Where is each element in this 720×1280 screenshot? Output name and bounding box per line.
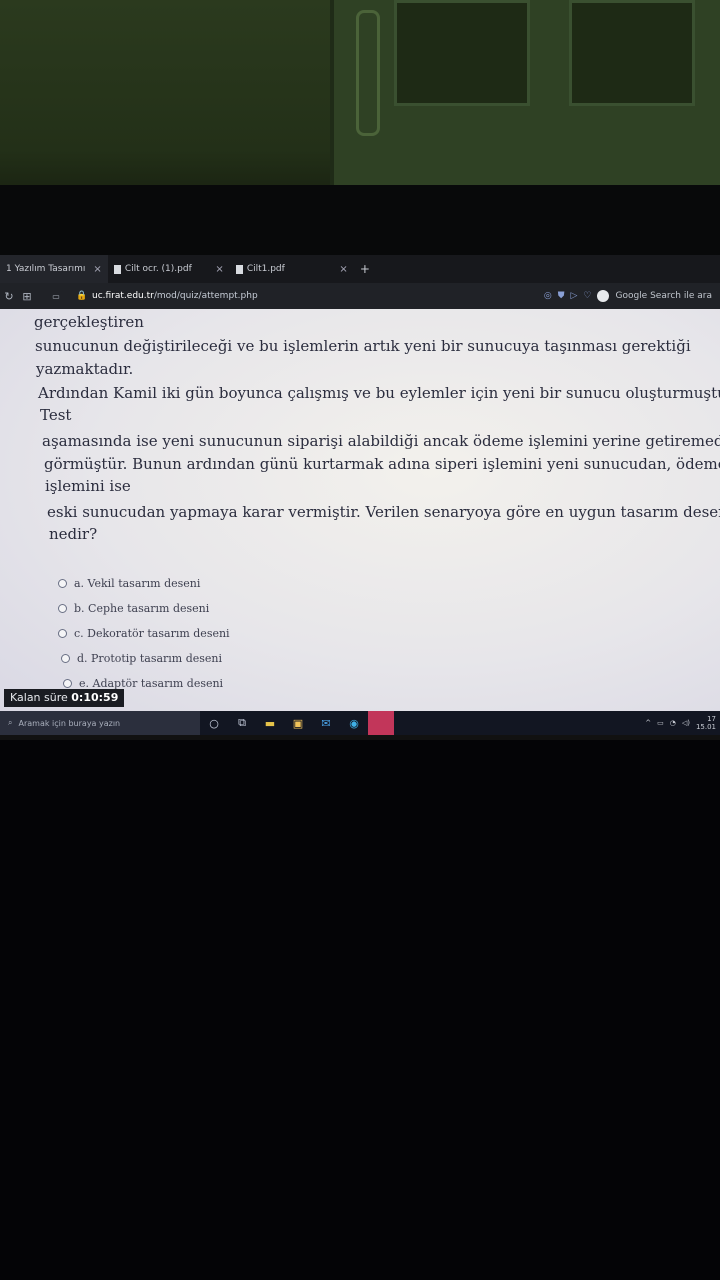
taskbar-clock[interactable]: 17 15.01	[696, 715, 716, 731]
file-explorer-icon[interactable]: ▬	[256, 711, 284, 735]
taskbar-search[interactable]: ⌕ Aramak için buraya yazın	[0, 711, 200, 735]
vpn-icon[interactable]: ▭	[36, 292, 76, 301]
camera-icon[interactable]: ◎	[544, 291, 552, 301]
door-handle	[356, 10, 380, 136]
url-host: uc.firat.edu.tr	[92, 291, 154, 301]
close-icon[interactable]: ×	[339, 264, 347, 275]
clock-time: 17	[707, 715, 716, 723]
tab-pdf-2[interactable]: Cilt1.pdf ×	[230, 255, 354, 283]
lock-icon: 🔒	[76, 291, 88, 301]
url-path: /mod/quiz/attempt.php	[153, 291, 258, 301]
file-icon	[235, 264, 243, 274]
clock-date: 15.01	[695, 723, 716, 731]
close-icon[interactable]: ×	[215, 264, 223, 275]
send-icon[interactable]: ▷	[570, 291, 577, 301]
answer-option-a[interactable]: a. Vekil tasarım deseni	[58, 571, 230, 596]
door-window-left	[394, 0, 530, 106]
laptop-screen: 1 Yazılım Tasarımı × Cilt ocr. (1).pdf ×…	[0, 255, 720, 740]
address-bar: ↻ ⊞ ▭ 🔒 uc.firat.edu.tr/mod/quiz/attempt…	[0, 283, 720, 309]
reload-icon[interactable]: ↻	[0, 290, 18, 303]
file-icon	[113, 264, 121, 274]
heart-icon[interactable]: ♡	[583, 291, 591, 301]
question-line: Ardından Kamil iki gün boyunca çalışmış …	[38, 384, 720, 402]
radio-button[interactable]	[58, 604, 67, 613]
volume-icon[interactable]: ◁)	[682, 719, 690, 727]
answer-options: a. Vekil tasarım deseni b. Cephe tasarım…	[58, 571, 230, 696]
edge-icon[interactable]: ◉	[340, 711, 368, 735]
question-line: gerçekleştiren	[34, 313, 144, 331]
wifi-icon[interactable]: ◔	[670, 719, 676, 727]
radio-button[interactable]	[58, 629, 67, 638]
quiz-page: gerçekleştiren sunucunun değiştirileceği…	[0, 309, 720, 715]
tab-pdf-1[interactable]: Cilt ocr. (1).pdf ×	[108, 255, 230, 283]
shield-icon[interactable]: ⛊	[558, 291, 565, 301]
browser-tab-bar: 1 Yazılım Tasarımı × Cilt ocr. (1).pdf ×…	[0, 255, 720, 283]
question-line: işlemini ise	[45, 477, 131, 495]
timer-label: Kalan süre	[10, 691, 68, 704]
url-field[interactable]: uc.firat.edu.tr/mod/quiz/attempt.php	[92, 291, 258, 301]
extension-icons: ◎ ⛊ ▷ ♡ Google Search ile ara	[544, 290, 720, 302]
tab-label: Cilt1.pdf	[246, 264, 285, 274]
radio-button[interactable]	[63, 679, 72, 688]
cortana-icon[interactable]: ○	[200, 711, 228, 735]
radio-button[interactable]	[58, 579, 67, 588]
search-hint[interactable]: Google Search ile ara	[615, 291, 712, 301]
answer-label: d. Prototip tasarım deseni	[77, 652, 223, 665]
tab-label: 1 Yazılım Tasarımı	[6, 264, 86, 274]
task-view-icon[interactable]: ⧉	[228, 711, 256, 735]
radio-button[interactable]	[61, 654, 70, 663]
question-line: görmüştür. Bunun ardından günü kurtarmak…	[44, 455, 720, 473]
battery-icon[interactable]: ▭	[657, 719, 664, 727]
answer-label: c. Dekoratör tasarım deseni	[74, 627, 230, 640]
tab-quiz[interactable]: 1 Yazılım Tasarımı ×	[0, 255, 108, 283]
question-line: sunucunun değiştirileceği ve bu işlemler…	[35, 337, 691, 355]
question-line: nedir?	[49, 525, 98, 543]
answer-option-c[interactable]: c. Dekoratör tasarım deseni	[58, 621, 230, 646]
answer-label: b. Cephe tasarım deseni	[74, 602, 210, 615]
answer-label: a. Vekil tasarım deseni	[74, 577, 201, 590]
monitor-bezel	[0, 185, 720, 255]
system-tray: ^ ▭ ◔ ◁) 17 15.01	[645, 715, 720, 731]
opera-app-icon[interactable]	[368, 711, 394, 735]
question-line: Test	[40, 406, 72, 424]
question-line: aşamasında ise yeni sunucunun siparişi a…	[42, 432, 720, 450]
grid-icon[interactable]: ⊞	[18, 290, 36, 303]
door-window-right	[569, 0, 695, 106]
mail-icon[interactable]: ✉	[312, 711, 340, 735]
keyboard-area-dark	[0, 740, 720, 1280]
question-line: eski sunucudan yapmaya karar vermiştir. …	[47, 503, 720, 521]
chevron-up-icon[interactable]: ^	[645, 719, 651, 727]
quiz-timer: Kalan süre 0:10:59	[4, 689, 125, 707]
answer-option-b[interactable]: b. Cephe tasarım deseni	[58, 596, 230, 621]
windows-taskbar: ⌕ Aramak için buraya yazın ○ ⧉ ▬ ▣ ✉ ◉ ^…	[0, 711, 720, 735]
google-icon	[597, 290, 610, 302]
search-icon: ⌕	[8, 718, 13, 727]
taskbar-search-placeholder: Aramak için buraya yazın	[18, 718, 121, 728]
store-icon[interactable]: ▣	[284, 711, 312, 735]
door-frame	[330, 0, 720, 185]
tab-label: Cilt ocr. (1).pdf	[124, 264, 192, 274]
timer-value: 0:10:59	[71, 691, 119, 704]
close-icon[interactable]: ×	[93, 264, 101, 275]
new-tab-button[interactable]: +	[354, 255, 376, 283]
question-line: yazmaktadır.	[36, 360, 134, 378]
answer-option-d[interactable]: d. Prototip tasarım deseni	[61, 646, 230, 671]
